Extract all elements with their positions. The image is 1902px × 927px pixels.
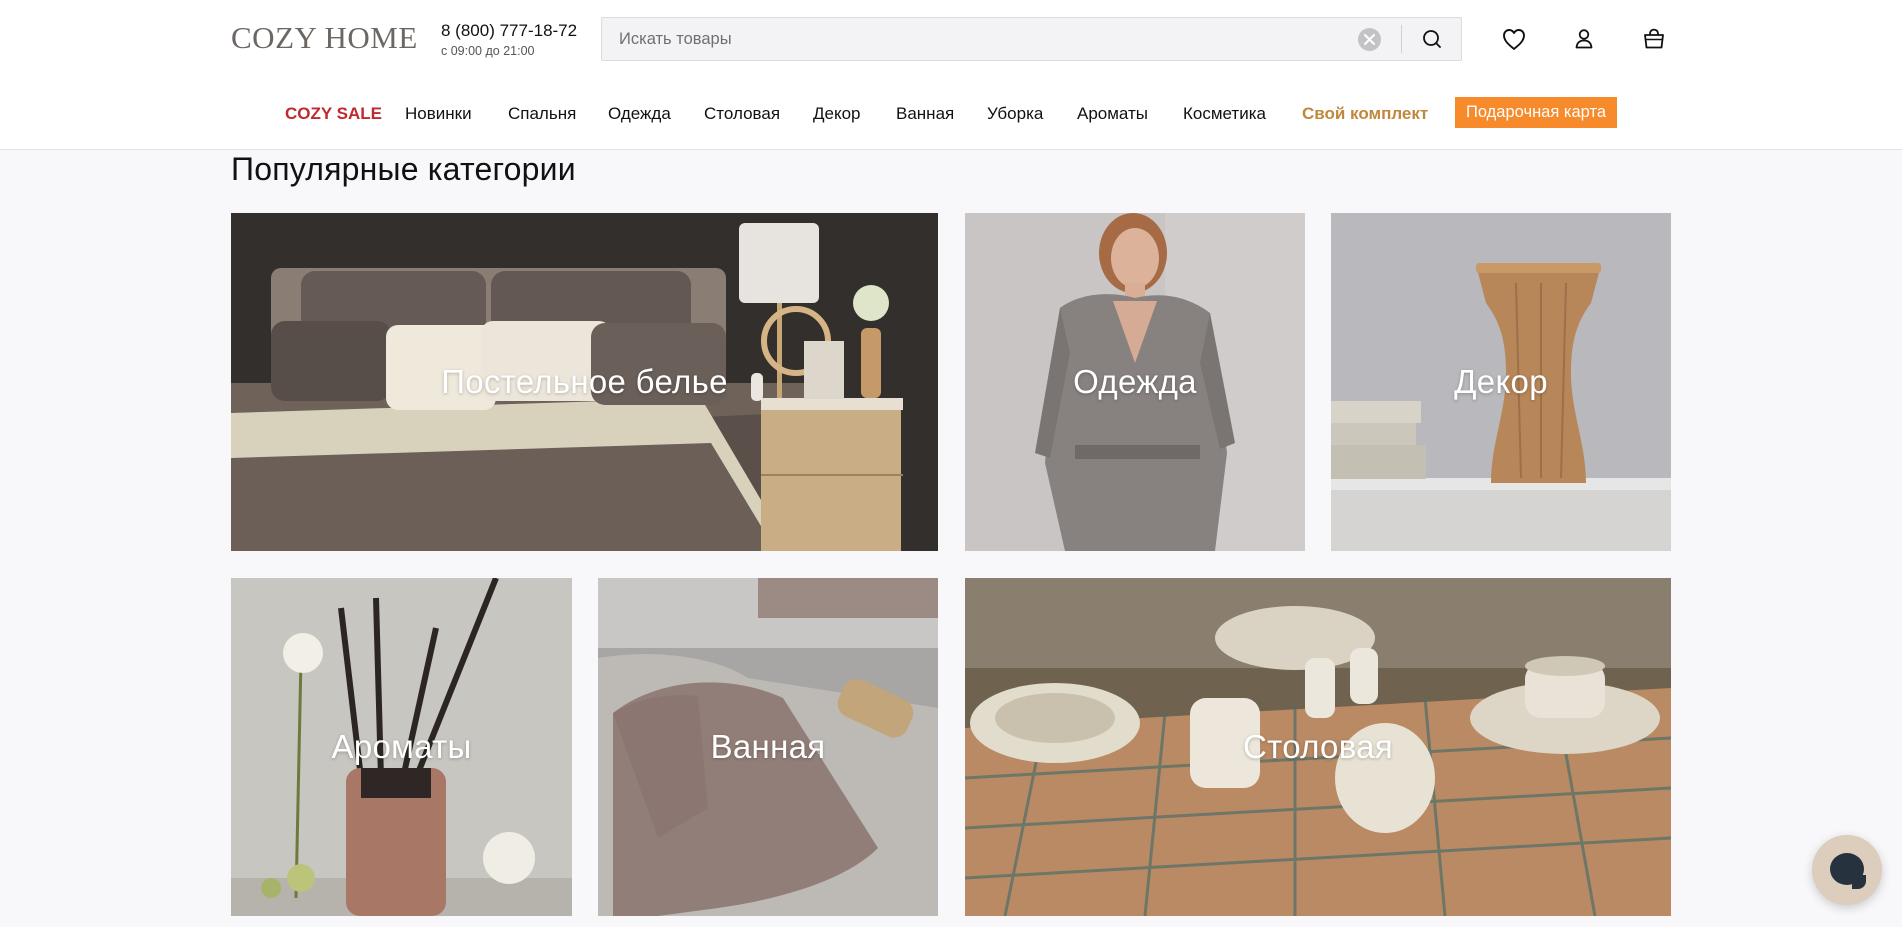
category-tile-bath[interactable]: Ванная: [598, 578, 938, 916]
nav-item-aromas[interactable]: Ароматы: [1077, 104, 1148, 124]
clear-search-button[interactable]: [1358, 28, 1381, 51]
gift-card-button[interactable]: Подарочная карта: [1455, 97, 1617, 128]
category-tile-dining[interactable]: Столовая: [965, 578, 1671, 916]
search-icon: [1423, 30, 1441, 48]
nav-item-new[interactable]: Новинки: [405, 104, 472, 124]
category-label: Ароматы: [331, 728, 472, 765]
nav-item-bedroom[interactable]: Спальня: [508, 104, 576, 124]
search-input[interactable]: [619, 18, 1319, 60]
profile-button[interactable]: [1569, 24, 1599, 54]
chat-icon-tail: [1852, 875, 1866, 889]
site-header: COZY HOME 8 (800) 777-18-72 с 09:00 до 2…: [0, 0, 1902, 150]
nav-item-cosmetics[interactable]: Косметика: [1183, 104, 1266, 124]
category-label: Ванная: [710, 728, 826, 765]
category-label: Декор: [1454, 363, 1548, 400]
search-bar: [601, 17, 1462, 61]
heart-icon: [1503, 29, 1525, 50]
cart-button[interactable]: [1639, 24, 1669, 54]
working-hours: с 09:00 до 21:00: [441, 44, 535, 58]
main-navigation: COZY SALE Новинки Спальня Одежда Столова…: [0, 96, 1902, 130]
category-tile-decor[interactable]: Декор: [1331, 213, 1671, 551]
phone-number[interactable]: 8 (800) 777-18-72: [441, 21, 577, 41]
category-label: Одежда: [1073, 363, 1197, 400]
nav-item-dining[interactable]: Столовая: [704, 104, 780, 124]
search-divider: [1401, 25, 1402, 53]
category-tile-aromas[interactable]: Ароматы: [231, 578, 572, 916]
category-tile-bed-linen[interactable]: Постельное белье: [231, 213, 938, 551]
chat-button[interactable]: [1812, 835, 1882, 905]
nav-item-cleaning[interactable]: Уборка: [987, 104, 1043, 124]
nav-item-clothing[interactable]: Одежда: [608, 104, 671, 124]
category-tile-clothing[interactable]: Одежда: [965, 213, 1305, 551]
nav-item-custom-kit[interactable]: Свой комплект: [1302, 104, 1428, 124]
nav-item-cozy-sale[interactable]: COZY SALE: [285, 104, 382, 124]
logo[interactable]: COZY HOME: [231, 20, 418, 56]
category-label: Столовая: [1243, 728, 1393, 765]
cart-icon: [1644, 28, 1664, 49]
search-button[interactable]: [1416, 24, 1448, 54]
user-icon: [1575, 29, 1593, 49]
nav-item-bath[interactable]: Ванная: [896, 104, 954, 124]
section-title: Популярные категории: [231, 151, 576, 187]
category-label: Постельное белье: [441, 363, 728, 400]
nav-item-decor[interactable]: Декор: [813, 104, 861, 124]
clear-icon: [1364, 34, 1375, 45]
favorites-button[interactable]: [1499, 24, 1529, 54]
